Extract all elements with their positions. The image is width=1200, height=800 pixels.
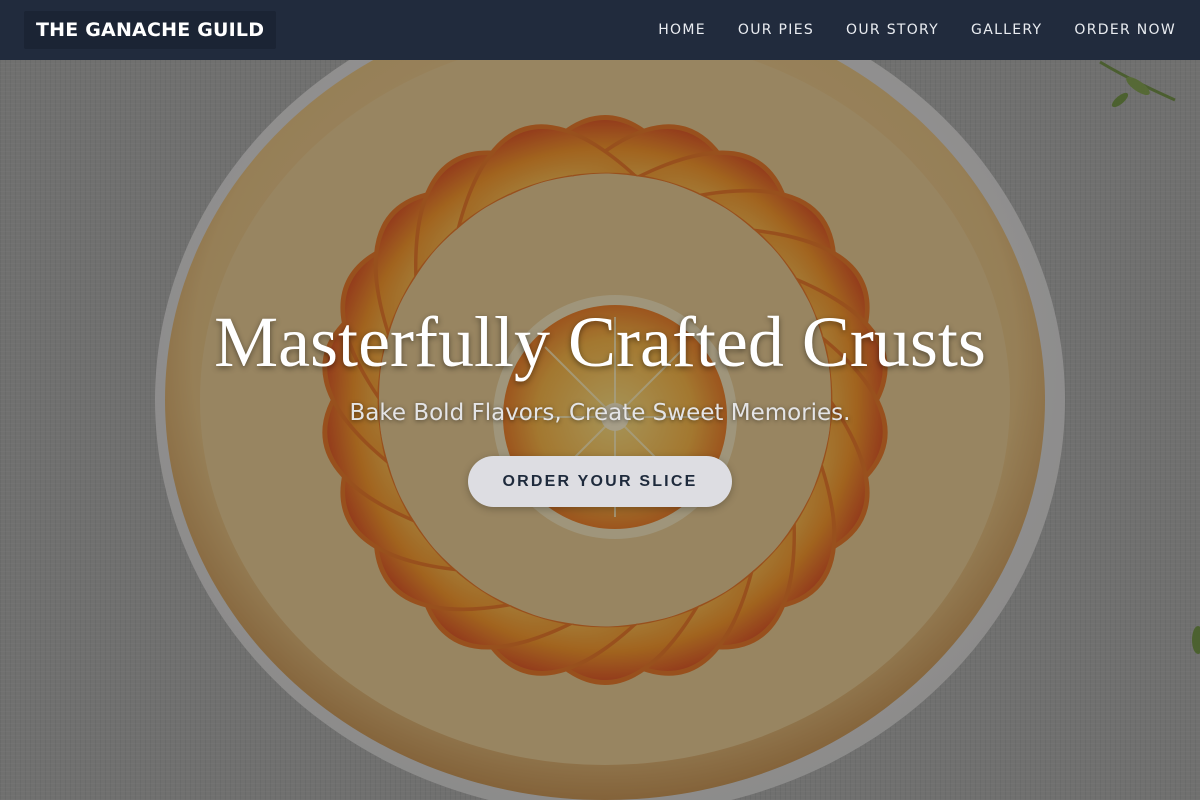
- nav-link-home[interactable]: HOME: [658, 22, 706, 38]
- nav-link-our-pies[interactable]: OUR PIES: [738, 22, 814, 38]
- order-your-slice-button[interactable]: ORDER YOUR SLICE: [468, 456, 732, 507]
- hero-subtitle: Bake Bold Flavors, Create Sweet Memories…: [349, 400, 851, 426]
- hero-title: Masterfully Crafted Crusts: [214, 302, 986, 382]
- nav-link-our-story[interactable]: OUR STORY: [846, 22, 939, 38]
- main-nav: HOME OUR PIES OUR STORY GALLERY ORDER NO…: [626, 22, 1176, 38]
- top-navbar: THE GANACHE GUILD HOME OUR PIES OUR STOR…: [0, 0, 1200, 60]
- nav-link-order-now[interactable]: ORDER NOW: [1074, 22, 1176, 38]
- hero-section: Masterfully Crafted Crusts Bake Bold Fla…: [0, 60, 1200, 800]
- hero-content: Masterfully Crafted Crusts Bake Bold Fla…: [0, 60, 1200, 800]
- nav-link-gallery[interactable]: GALLERY: [971, 22, 1042, 38]
- brand-logo[interactable]: THE GANACHE GUILD: [24, 11, 277, 49]
